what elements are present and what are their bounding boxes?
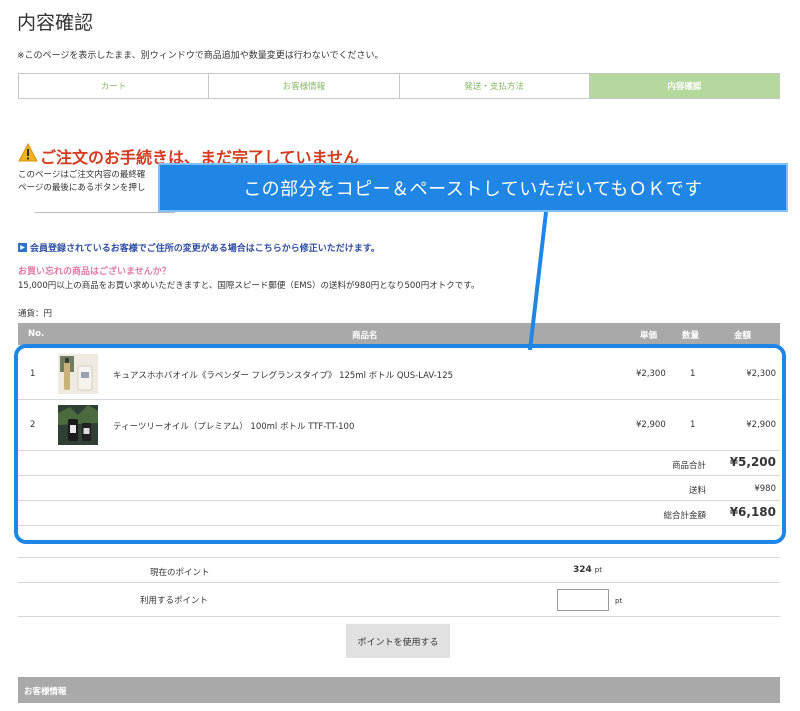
member-address-link[interactable]: ▶ 会員登録されているお客様でご住所の変更がある場合はこちらから修正いただけます… — [18, 241, 380, 254]
use-points-button[interactable]: ポイントを使用する — [346, 624, 450, 658]
use-points-unit: pt — [615, 597, 623, 605]
col-subtotal: 金額 — [734, 331, 752, 341]
step-customer-info[interactable]: お客様情報 — [209, 74, 400, 98]
currency-label: 通貨：円 — [18, 309, 53, 319]
member-address-link-text[interactable]: 会員登録されているお客様でご住所の変更がある場合はこちらから修正いただけます。 — [30, 241, 380, 254]
table-header: No. 商品名 単価 数量 金額 — [18, 323, 780, 345]
col-no: No. — [28, 329, 45, 339]
current-points-row: 現在のポイント 324 pt — [18, 557, 780, 583]
current-points-label: 現在のポイント — [150, 568, 210, 578]
checkout-steps: カート お客様情報 発送・支払方法 内容確認 — [18, 73, 780, 99]
copy-highlight-frame — [14, 344, 786, 544]
customer-info-header: お客様情報 — [18, 677, 780, 703]
current-points-value: 324 pt — [573, 565, 602, 575]
callout-pointer — [528, 212, 548, 350]
forgot-items-title: お買い忘れの商品はございませんか？ — [18, 267, 171, 277]
divider — [35, 212, 175, 213]
warning-icon — [18, 143, 38, 162]
use-points-row: 利用するポイント pt — [18, 583, 780, 617]
use-points-input[interactable] — [557, 589, 609, 611]
copy-paste-callout: この部分をコピー＆ペーストしていただいてもＯＫです — [158, 163, 788, 212]
page-title: 内容確認 — [17, 12, 94, 34]
step-cart[interactable]: カート — [19, 74, 210, 98]
current-points-number: 324 — [573, 565, 592, 575]
step-shipping-payment[interactable]: 発送・支払方法 — [399, 74, 590, 98]
col-name: 商品名 — [352, 331, 378, 341]
use-points-label: 利用するポイント — [140, 596, 209, 606]
ems-shipping-note: 15,000円以上の商品をお買い求めいただきますと、国際スピード郵便（EMS）の… — [18, 281, 480, 291]
points-unit: pt — [594, 566, 602, 574]
col-qty: 数量 — [682, 331, 700, 341]
col-price: 単価 — [640, 331, 658, 341]
step-confirm: 内容確認 — [589, 74, 779, 98]
play-arrow-icon: ▶ — [18, 243, 27, 252]
page-notice: ※このページを表示したまま、別ウィンドウで商品追加や数量変更は行わないでください… — [17, 51, 384, 61]
